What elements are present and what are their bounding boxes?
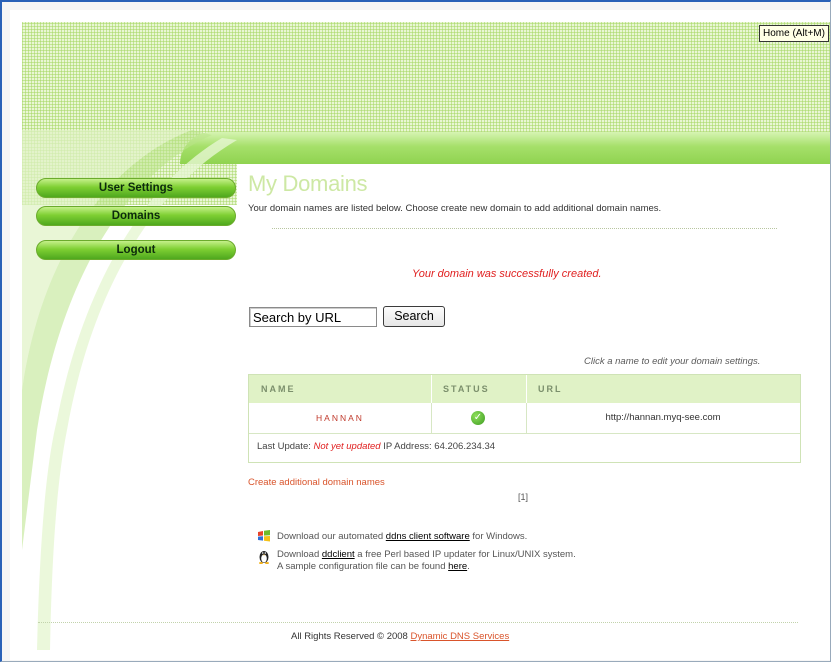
windows-icon [258,530,270,542]
search-url-input[interactable] [249,307,377,327]
windows-download-suffix: for Windows. [472,531,528,542]
domain-name-link[interactable]: HANNAN [249,403,431,433]
column-header-status: STATUS [443,384,490,394]
table-header: NAME STATUS URL [249,375,800,403]
nav-logout-button[interactable]: Logout [36,240,236,260]
domains-table: NAME STATUS URL HANNAN ✓ http://hannan.m… [248,374,801,463]
linux-download-suffix: a free Perl based IP updater for Linux/U… [357,549,576,560]
windows-download-text: Download our automated [277,531,384,542]
title-divider [272,228,777,229]
search-button[interactable]: Search [383,306,445,327]
footer-divider [38,622,798,623]
linux-tux-icon [259,551,269,564]
status-ok-icon: ✓ [471,411,485,425]
last-update-value: Not yet updated [313,441,381,452]
last-update-label: Last Update: [257,441,311,452]
table-row: HANNAN ✓ http://hannan.myq-see.com [249,403,800,434]
linux-download-line: Download ddclient a free Perl based IP u… [277,549,576,561]
sample-config-text: A sample configuration file can be found [277,561,446,572]
ddclient-link[interactable]: ddclient [322,549,355,560]
windows-download-line: Download our automated ddns client softw… [277,531,527,543]
ddns-client-software-link[interactable]: ddns client software [386,531,470,542]
page-description: Your domain names are listed below. Choo… [248,203,662,214]
edit-hint: Click a name to edit your domain setting… [584,356,761,367]
page-title: My Domains [248,171,368,196]
column-header-name: NAME [261,384,296,394]
sample-config-line: A sample configuration file can be found… [277,561,470,573]
last-update-info: Last Update: Not yet updated IP Address:… [257,441,495,452]
header-swoosh [180,132,830,164]
nav-user-settings-button[interactable]: User Settings [36,178,236,198]
linux-download-text: Download [277,549,320,560]
nav-domains-button[interactable]: Domains [36,206,236,226]
sample-config-link[interactable]: here [448,561,467,572]
domain-url: http://hannan.myq-see.com [605,412,721,423]
success-message: Your domain was successfully created. [412,268,602,280]
status-cell: ✓ [431,403,527,433]
footer-copyright: All Rights Reserved © 2008 [291,631,408,642]
ip-address: IP Address: 64.206.234.34 [383,441,496,452]
header-pattern [22,22,830,147]
sample-config-suffix: . [467,561,470,572]
footer-dynamic-dns-link[interactable]: Dynamic DNS Services [410,631,509,642]
pagination[interactable]: [1] [518,492,528,502]
column-header-url: URL [538,384,563,394]
home-tooltip: Home (Alt+M) [759,25,829,42]
create-domain-link[interactable]: Create additional domain names [248,477,385,488]
footer: All Rights Reserved © 2008 Dynamic DNS S… [291,631,509,642]
